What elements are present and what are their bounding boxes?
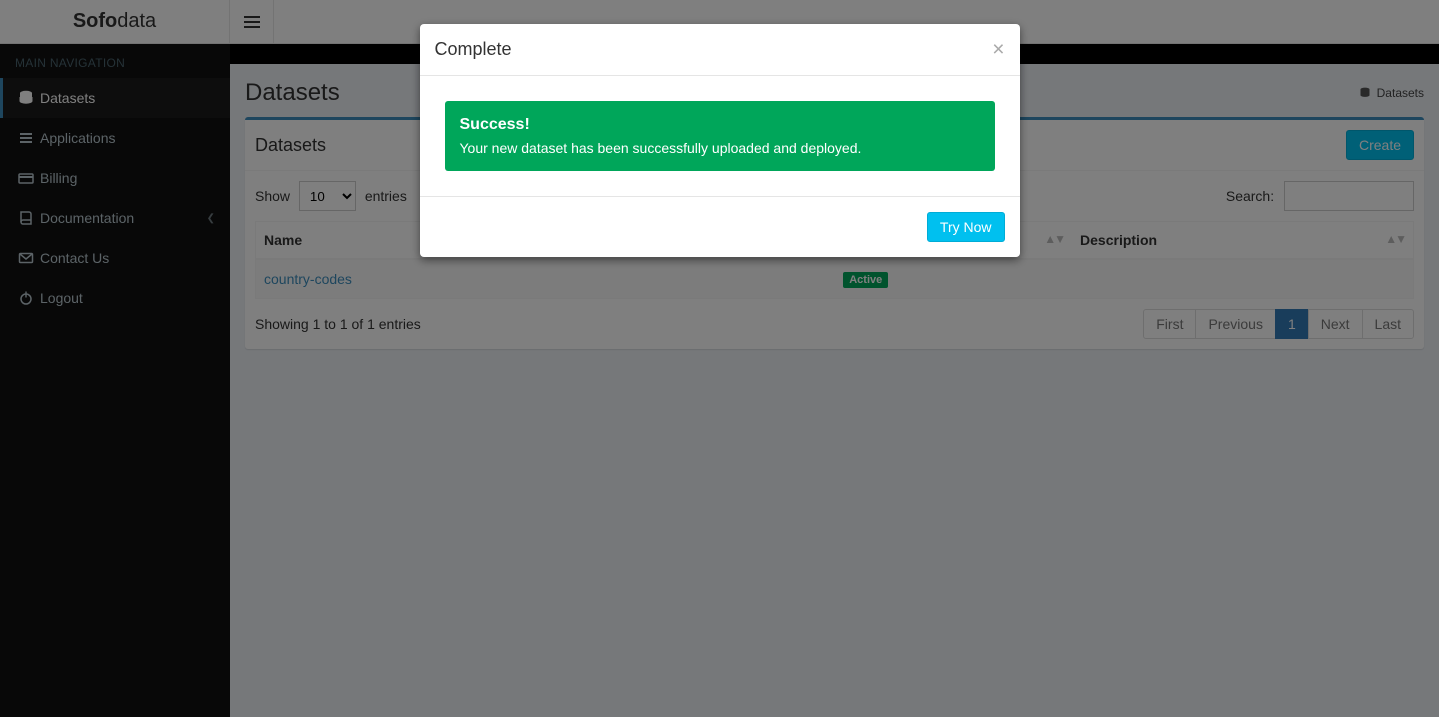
modal-body: Success! Your new dataset has been succe… [420,76,1020,196]
modal-footer: Try Now [420,196,1020,257]
success-alert: Success! Your new dataset has been succe… [445,101,995,171]
close-icon: × [992,38,1004,61]
modal-title: Complete [435,39,512,60]
modal-header: Complete × [420,24,1020,76]
alert-title: Success! [460,116,980,134]
modal-close-button[interactable]: × [992,39,1004,60]
complete-modal: Complete × Success! Your new dataset has… [420,24,1020,257]
try-now-button[interactable]: Try Now [927,212,1005,242]
alert-body: Your new dataset has been successfully u… [460,140,980,156]
